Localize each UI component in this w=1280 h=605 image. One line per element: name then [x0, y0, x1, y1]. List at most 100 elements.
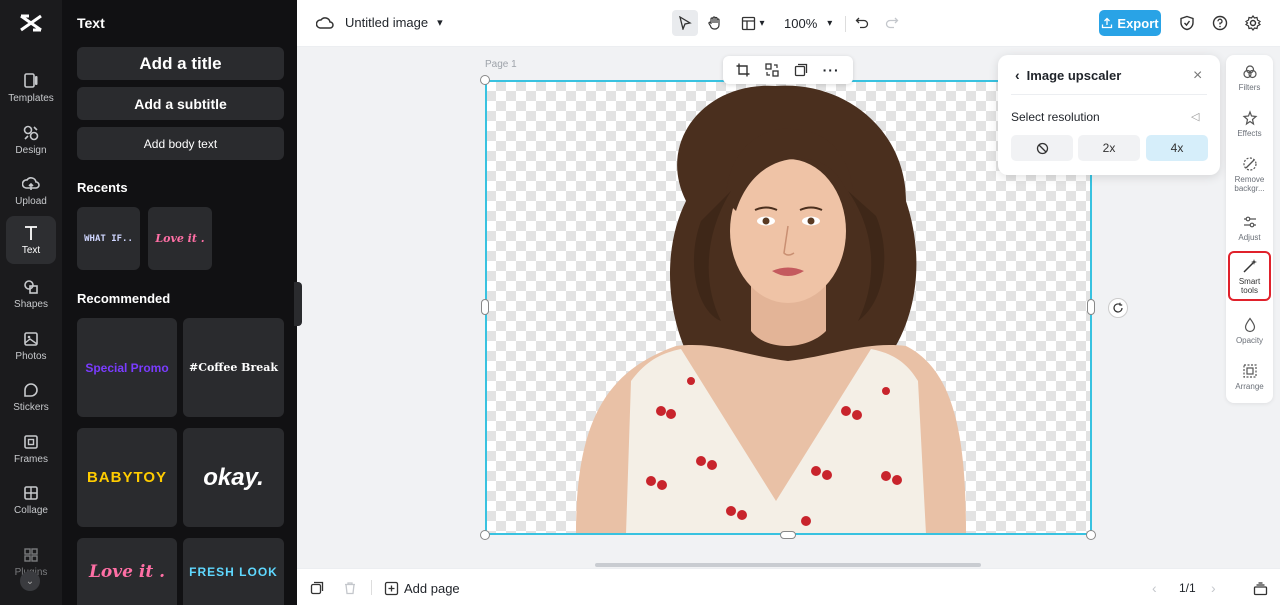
- adjust-icon: [1243, 216, 1256, 228]
- rail-item-upload[interactable]: Upload: [6, 167, 56, 215]
- zoom-dropdown[interactable]: 100% ▾: [784, 16, 832, 31]
- resolution-2x-button[interactable]: 2x: [1078, 135, 1140, 161]
- add-body-text-button[interactable]: Add body text: [77, 127, 284, 160]
- resize-handle-bottom-right[interactable]: [1086, 530, 1096, 540]
- next-page-icon[interactable]: ›: [1211, 580, 1216, 596]
- undo-button[interactable]: [849, 10, 875, 36]
- rail-label-design: Design: [15, 145, 47, 156]
- recommended-heading: Recommended: [77, 291, 171, 306]
- recommended-tile-label: Love it .: [88, 561, 166, 582]
- rail-label-templates: Templates: [8, 93, 54, 104]
- export-button[interactable]: Export: [1099, 10, 1161, 36]
- rail-item-shapes[interactable]: Shapes: [6, 270, 56, 318]
- panel-collapse-handle[interactable]: [294, 282, 302, 326]
- delete-page-button[interactable]: [337, 575, 363, 601]
- rail-item-templates[interactable]: Templates: [6, 64, 56, 112]
- arrange-tool[interactable]: Arrange: [1226, 363, 1273, 391]
- resolution-4x-button[interactable]: 4x: [1146, 135, 1208, 161]
- recent-tile-what-if[interactable]: WHAT IF..: [77, 207, 140, 270]
- page-label: Page 1: [485, 59, 517, 70]
- rail-item-text[interactable]: Text: [6, 216, 56, 264]
- resize-handle-top-left[interactable]: [480, 75, 490, 85]
- top-bar: Untitled image ▾ ▾ 100% ▾ Export: [297, 0, 1280, 47]
- rail-label-upload: Upload: [15, 196, 47, 207]
- prev-page-icon[interactable]: ‹: [1152, 580, 1157, 596]
- add-page-button[interactable]: Add page: [384, 581, 460, 596]
- arrange-icon: [1242, 364, 1257, 378]
- crop-icon[interactable]: [736, 63, 750, 77]
- resize-handle-left[interactable]: [481, 299, 489, 315]
- stickers-icon: [24, 383, 38, 397]
- recommended-tile-okay[interactable]: okay.: [183, 428, 284, 527]
- context-toolbar: ···: [723, 56, 853, 84]
- shield-button[interactable]: [1174, 10, 1200, 36]
- copy-page-button[interactable]: [304, 575, 330, 601]
- rail-item-design[interactable]: Design: [6, 116, 56, 164]
- rail-label-photos: Photos: [15, 351, 47, 362]
- chevron-down-icon: ▾: [759, 17, 765, 29]
- effects-label: Effects: [1237, 129, 1262, 138]
- redo-icon: [885, 17, 899, 29]
- recommended-tile-love-it[interactable]: Love it .: [77, 538, 177, 605]
- text-icon: [25, 226, 37, 240]
- rotate-icon: [1113, 302, 1123, 313]
- recommended-tile-label: #Coffee Break: [188, 361, 278, 374]
- recent-tile-love-it[interactable]: Love it .: [148, 207, 212, 270]
- redo-button[interactable]: [879, 10, 905, 36]
- opacity-icon: [1244, 317, 1255, 333]
- speaker-icon[interactable]: ◁: [1191, 110, 1199, 123]
- pages-panel-button[interactable]: [1247, 575, 1273, 601]
- filters-label: Filters: [1238, 83, 1261, 92]
- hand-tool-button[interactable]: [702, 10, 728, 36]
- rail-item-stickers[interactable]: Stickers: [6, 373, 56, 421]
- resize-handle-right[interactable]: [1087, 299, 1095, 315]
- settings-button[interactable]: [1240, 10, 1266, 36]
- duplicate-icon[interactable]: [794, 63, 808, 77]
- add-title-button[interactable]: Add a title: [77, 47, 284, 80]
- rail-item-photos[interactable]: Photos: [6, 322, 56, 370]
- rail-label-collage: Collage: [14, 505, 48, 516]
- flip-icon[interactable]: [765, 63, 779, 77]
- chevron-down-icon: ▾: [827, 18, 833, 29]
- smart-tools-tool[interactable]: Smart tools: [1228, 251, 1271, 301]
- frames-icon: [24, 435, 38, 449]
- help-icon: [1212, 15, 1228, 31]
- remove-background-tool[interactable]: Remove backgr...: [1226, 156, 1273, 193]
- rail-item-collage[interactable]: Collage: [6, 476, 56, 524]
- rotate-handle[interactable]: [1108, 298, 1128, 318]
- recommended-tile-coffee-break[interactable]: #Coffee Break: [183, 318, 284, 417]
- resolution-none-button[interactable]: [1011, 135, 1073, 161]
- layers-icon: [1253, 581, 1267, 595]
- filters-tool[interactable]: Filters: [1226, 64, 1273, 92]
- add-subtitle-button[interactable]: Add a subtitle: [77, 87, 284, 120]
- help-button[interactable]: [1207, 10, 1233, 36]
- photos-icon: [24, 332, 38, 346]
- document-title-text: Untitled image: [345, 15, 429, 30]
- opacity-label: Opacity: [1235, 336, 1264, 345]
- adjust-label: Adjust: [1238, 233, 1261, 242]
- rail-item-frames[interactable]: Frames: [6, 425, 56, 473]
- templates-icon: [24, 73, 38, 88]
- filters-icon: [1242, 65, 1257, 79]
- effects-tool[interactable]: Effects: [1226, 110, 1273, 138]
- select-tool-button[interactable]: [672, 10, 698, 36]
- layout-dropdown[interactable]: ▾: [735, 10, 771, 36]
- cursor-icon: [679, 16, 692, 30]
- adjust-tool[interactable]: Adjust: [1226, 214, 1273, 242]
- resize-handle-bottom-left[interactable]: [480, 530, 490, 540]
- upscaler-back-button[interactable]: ‹ Image upscaler: [1015, 67, 1121, 83]
- opacity-tool[interactable]: Opacity: [1226, 317, 1273, 345]
- document-title[interactable]: Untitled image ▾: [345, 15, 443, 30]
- close-icon[interactable]: ×: [1193, 67, 1202, 85]
- horizontal-scrollbar[interactable]: [595, 563, 981, 567]
- more-options-icon[interactable]: ···: [823, 62, 840, 78]
- cloud-save-icon[interactable]: [312, 10, 338, 36]
- resize-handle-bottom[interactable]: [780, 531, 796, 539]
- recommended-tile-babytoy[interactable]: BABYTOY: [77, 428, 177, 527]
- recommended-tile-fresh-look[interactable]: FRESH LOOK: [183, 538, 284, 605]
- smart-tools-label: Smart tools: [1238, 277, 1261, 295]
- rail-expand-button[interactable]: ⌄: [20, 571, 40, 591]
- effects-icon: [1242, 110, 1257, 126]
- recommended-tile-special-promo[interactable]: Special Promo: [77, 318, 177, 417]
- right-toolbar: Filters Effects Remove backgr... Adjust …: [1226, 55, 1273, 403]
